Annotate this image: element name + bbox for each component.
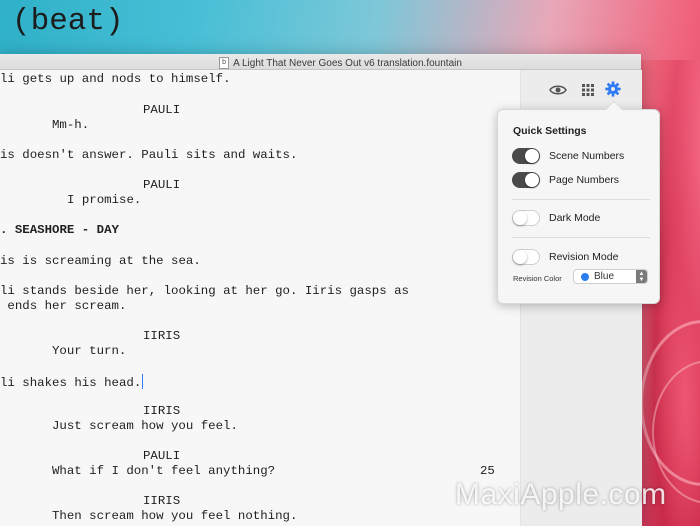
toggle-knob [525, 173, 539, 187]
action-line[interactable]: ends her scream. [0, 299, 126, 313]
text-caret [142, 374, 144, 389]
action-line[interactable]: li stands beside her, looking at her go.… [0, 284, 409, 298]
character-cue[interactable]: IIRIS [143, 494, 180, 508]
revision-mode-row: Revision Mode [512, 249, 618, 265]
revision-color-select[interactable]: Blue ▲ ▼ [573, 269, 648, 284]
quick-settings-popover: Quick Settings Scene Numbers Page Number… [497, 109, 660, 304]
revision-mode-label: Revision Mode [549, 251, 619, 263]
character-cue[interactable]: PAULI [143, 103, 180, 117]
toggle-knob [513, 211, 527, 225]
beat-overlay-text: (beat) [12, 4, 124, 39]
title-bar[interactable]: b A Light That Never Goes Out v6 transla… [0, 54, 641, 70]
dialogue-line[interactable]: Mm-h. [52, 118, 89, 132]
scene-numbers-row: Scene Numbers [512, 148, 624, 164]
action-line: li shakes his head. [0, 376, 142, 390]
page-number: 25 [480, 464, 495, 478]
toggle-knob [525, 149, 539, 163]
dark-mode-row: Dark Mode [512, 210, 600, 226]
action-line[interactable]: li gets up and nods to himself. [0, 72, 231, 86]
dark-mode-toggle[interactable] [512, 210, 540, 226]
dialogue-line[interactable]: Then scream how you feel nothing. [52, 509, 297, 523]
revision-color-value: Blue [594, 271, 615, 282]
character-cue[interactable]: PAULI [143, 449, 180, 463]
dialogue-line[interactable]: What if I don't feel anything? [52, 464, 275, 478]
color-swatch [581, 272, 589, 281]
scene-numbers-label: Scene Numbers [549, 150, 625, 162]
scene-numbers-toggle[interactable] [512, 148, 540, 164]
divider [512, 199, 650, 200]
dialogue-line[interactable]: Just scream how you feel. [52, 419, 238, 433]
action-line[interactable]: is is screaming at the sea. [0, 254, 201, 268]
grid-icon[interactable] [579, 81, 597, 99]
revision-mode-toggle[interactable] [512, 249, 540, 265]
character-cue[interactable]: IIRIS [143, 329, 180, 343]
document-icon: b [219, 57, 230, 69]
page-numbers-label: Page Numbers [549, 174, 620, 186]
window-title: A Light That Never Goes Out v6 translati… [233, 57, 462, 69]
character-cue[interactable]: IIRIS [143, 404, 180, 418]
page-numbers-row: Page Numbers [512, 172, 619, 188]
scene-heading[interactable]: . SEASHORE - DAY [0, 223, 119, 237]
character-cue[interactable]: PAULI [143, 178, 180, 192]
revision-color-label: Revision Color [513, 274, 562, 283]
quick-settings-title: Quick Settings [513, 125, 587, 137]
gear-icon[interactable] [604, 80, 622, 98]
action-line[interactable]: is doesn't answer. Pauli sits and waits. [0, 148, 297, 162]
action-line-with-caret[interactable]: li shakes his head. [0, 374, 144, 390]
eye-icon[interactable] [549, 81, 567, 99]
toggle-knob [513, 250, 527, 264]
page-numbers-toggle[interactable] [512, 172, 540, 188]
script-editor[interactable]: li gets up and nods to himself. PAULI Mm… [0, 70, 520, 526]
chevron-updown-icon: ▲ ▼ [636, 270, 647, 283]
dialogue-line[interactable]: I promise. [67, 193, 141, 207]
dialogue-line[interactable]: Your turn. [52, 344, 126, 358]
dark-mode-label: Dark Mode [549, 212, 601, 224]
watermark: MaxiApple.com [455, 478, 667, 511]
divider [512, 237, 650, 238]
